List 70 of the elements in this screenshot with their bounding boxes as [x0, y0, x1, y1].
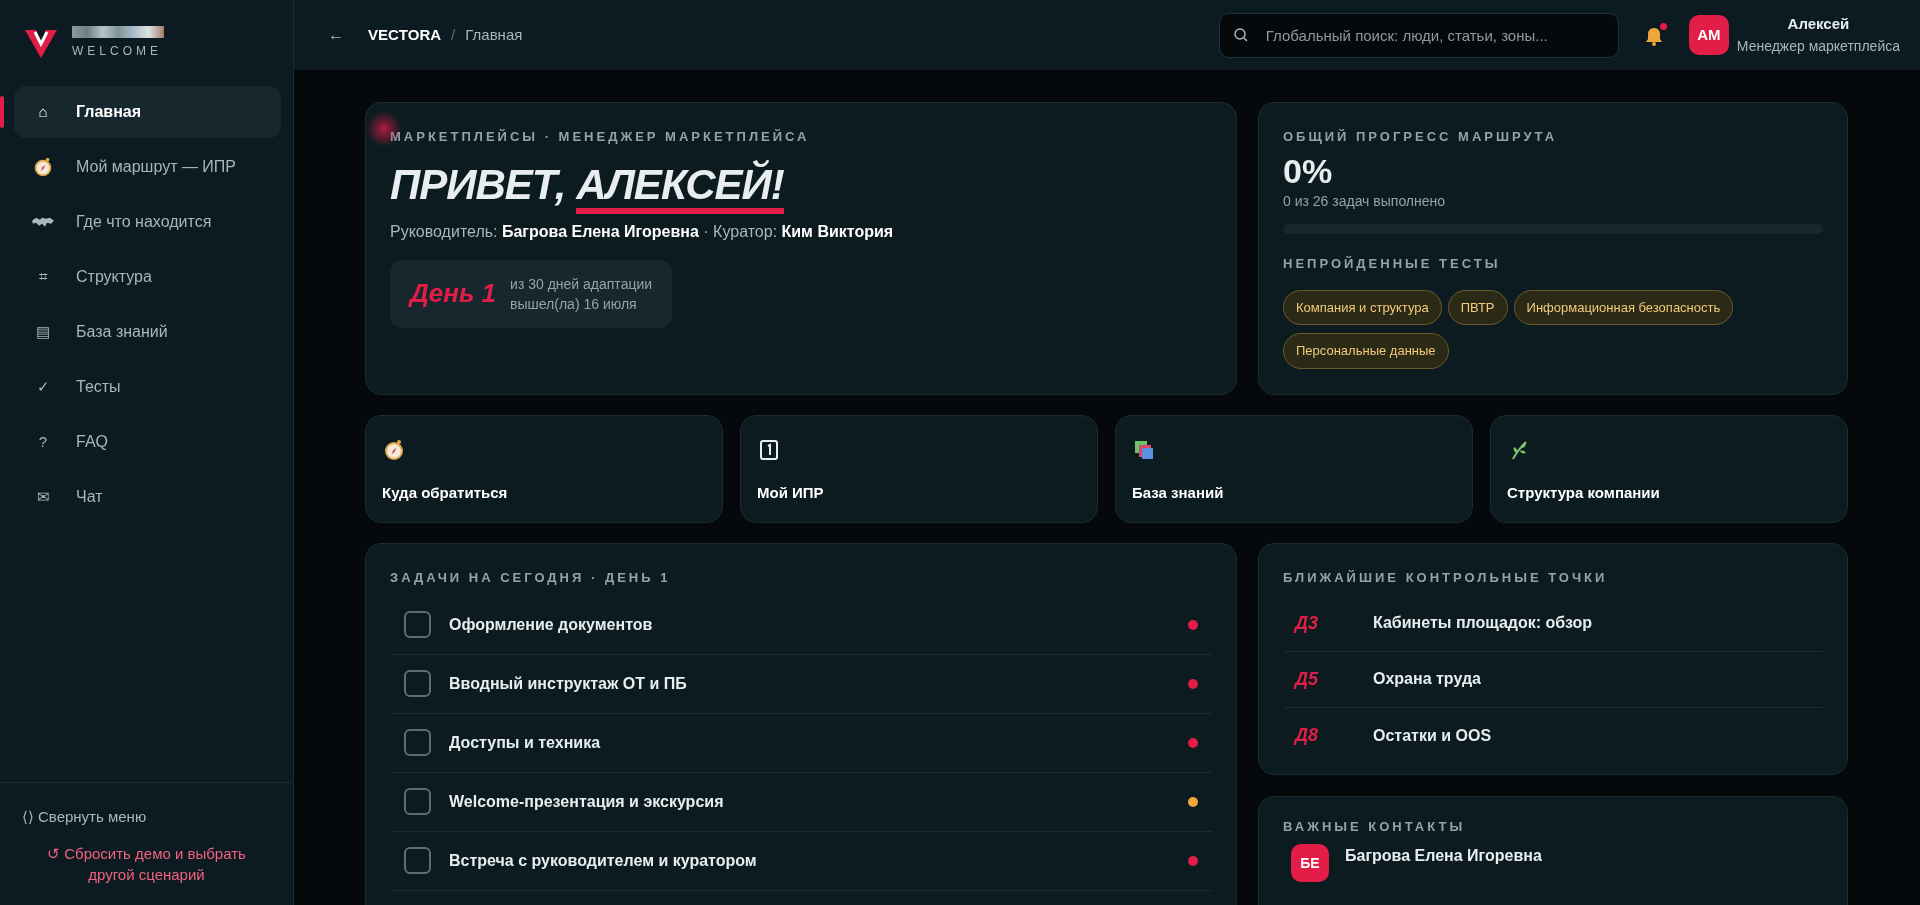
sidebar-item[interactable]: ✓ Тесты: [14, 361, 281, 413]
nav-glyph-icon: ⌗: [32, 265, 54, 289]
calendar-icon: [757, 438, 781, 462]
contacts-title: ВАЖНЫЕ КОНТАКТЫ: [1283, 817, 1467, 836]
compass-icon: [32, 156, 54, 178]
adaptation-length: из 30 дней адаптации: [510, 274, 653, 294]
logo-caption: WELCOME: [72, 43, 163, 60]
task-checkbox[interactable]: [404, 847, 431, 874]
task-checkbox[interactable]: [404, 729, 431, 756]
progress-caption: 0 из 26 задач выполнено: [1283, 192, 1447, 212]
checkpoints-title: БЛИЖАЙШИЕ КОНТРОЛЬНЫЕ ТОЧКИ: [1283, 569, 1609, 587]
test-tag[interactable]: ПВТР: [1447, 289, 1508, 326]
reset-demo-link[interactable]: ↺ Сбросить демо и выбрать другой сценарий: [0, 843, 293, 885]
nav-glyph-icon: ✓: [32, 375, 54, 399]
test-tag[interactable]: Компания и структура: [1283, 289, 1442, 326]
task-label: Вводный инструктаж ОТ и ПБ: [449, 673, 687, 694]
sidebar-item[interactable]: Мой маршрут — ИПР: [14, 141, 281, 193]
user-role: Менеджер маркетплейса: [1736, 36, 1900, 56]
user-avatar: АМ: [1688, 15, 1729, 55]
sidebar-item[interactable]: Где что находится: [14, 196, 281, 248]
breadcrumb-separator: /: [451, 24, 456, 45]
quick-link-card[interactable]: Мой ИПР: [740, 415, 1098, 523]
quick-link-card[interactable]: Куда обратиться: [365, 415, 723, 523]
nav-glyph-icon: ✉: [32, 485, 54, 509]
test-tag[interactable]: Информационная безопасность: [1513, 289, 1734, 326]
collapse-icon: ⟨⟩: [22, 805, 34, 828]
task-label: Welcome-презентация и экскурсия: [449, 791, 724, 812]
contact-avatar: БЕ: [1291, 844, 1329, 882]
checkpoint-day: Д8: [1295, 722, 1373, 749]
breadcrumb-current: Главная: [465, 24, 523, 45]
sidebar-item[interactable]: ⌗ Структура: [14, 251, 281, 303]
task-label: Встреча с руководителем и куратором: [449, 850, 757, 871]
checkpoint-label: Кабинеты площадок: обзор: [1373, 613, 1593, 633]
task-label: Оформление документов: [449, 614, 653, 635]
back-button[interactable]: ←: [328, 23, 344, 47]
task-checkbox[interactable]: [404, 788, 431, 815]
greeting-name: АЛЕКСЕЙ!: [576, 160, 784, 214]
sidebar-item[interactable]: ▤ База знаний: [14, 306, 281, 358]
compass-icon: [382, 438, 406, 462]
nav-glyph-icon: ▤: [32, 320, 54, 344]
stacked-squares-icon: [1132, 438, 1156, 462]
greeting-text: ПРИВЕТ,: [390, 160, 566, 208]
progress-percent: 0%: [1283, 150, 1334, 192]
sidebar-item[interactable]: ? FAQ: [14, 416, 281, 468]
search-field[interactable]: Глобальный поиск: люди, статьи, зоны...: [1218, 12, 1619, 58]
test-tag[interactable]: Персональные данные: [1283, 333, 1449, 369]
quick-link-card[interactable]: База знаний: [1115, 415, 1473, 523]
mentors-line: Руководитель: Багрова Елена Игоревна · Куратор: Ким Виктория: [390, 221, 895, 242]
task-checkbox[interactable]: [404, 670, 431, 697]
breadcrumb-link[interactable]: VECTORA: [368, 23, 442, 47]
task-label: Доступы и техника: [449, 732, 601, 753]
nav-glyph-icon: ⌂: [32, 100, 54, 124]
nav-glyph-icon: ?: [32, 430, 54, 454]
tests-title: НЕПРОЙДЕННЫЕ ТЕСТЫ: [1283, 255, 1502, 274]
checkpoint-label: Остатки и OOS: [1373, 725, 1492, 746]
task-checkbox[interactable]: [404, 611, 431, 638]
contact-name: Багрова Елена Игоревна: [1345, 846, 1542, 866]
checkpoint-label: Охрана труда: [1373, 669, 1481, 689]
user-name: Алексей: [1786, 14, 1851, 35]
progress-title: ОБЩИЙ ПРОГРЕСС МАРШРУТА: [1283, 128, 1559, 146]
world-map-icon: [32, 217, 54, 227]
quick-link-card[interactable]: Структура компании: [1490, 415, 1848, 523]
hero-eyebrow: МАРКЕТПЛЕЙСЫ · МЕНЕДЖЕР МАРКЕТПЛЕЙСА: [390, 128, 811, 146]
collapse-menu-button[interactable]: ⟨⟩ Свернуть меню: [0, 804, 153, 829]
sidebar-item[interactable]: ✉ Чат: [14, 471, 281, 523]
day-label: День 1: [410, 277, 497, 311]
tasks-title: ЗАДАЧИ НА СЕГОДНЯ · ДЕНЬ 1: [390, 569, 672, 587]
checkpoint-day: Д5: [1295, 665, 1373, 693]
start-date: вышел(ла) 16 июля: [510, 294, 638, 314]
checkpoint-day: Д3: [1295, 609, 1373, 637]
